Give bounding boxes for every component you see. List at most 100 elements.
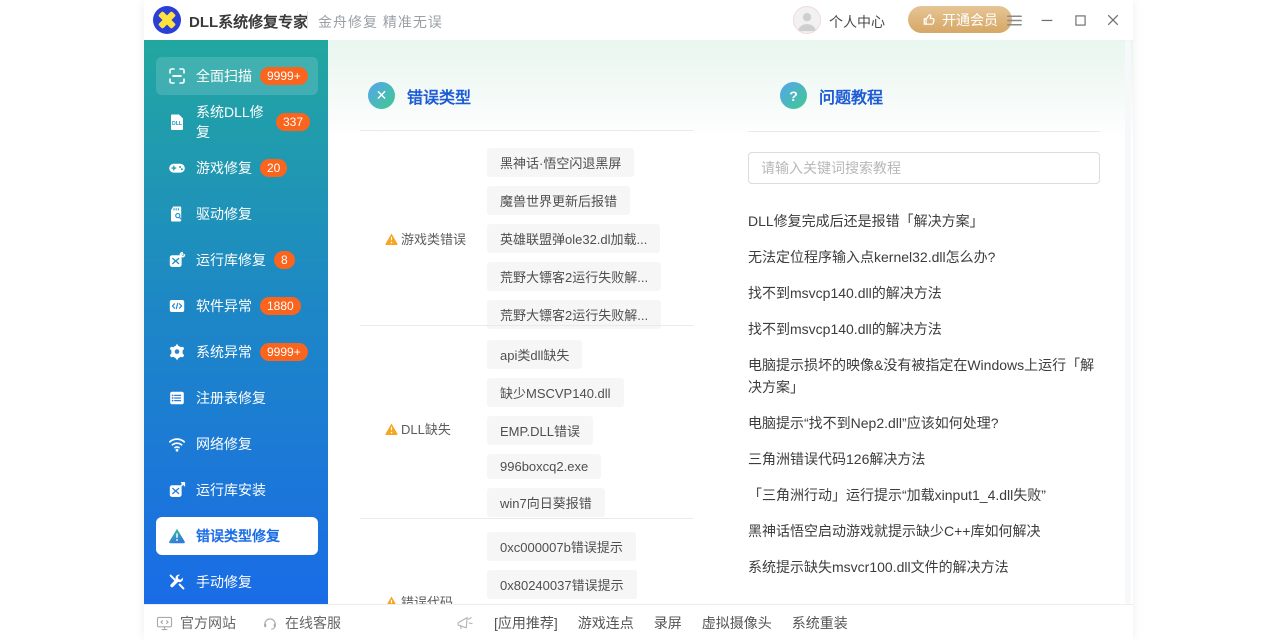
runtime-install-icon bbox=[168, 481, 186, 499]
divider bbox=[360, 130, 693, 131]
error-group-text: 游戏类错误 bbox=[401, 229, 466, 248]
sidebar-item-error-type-repair[interactable]: 错误类型修复 bbox=[156, 517, 318, 555]
sidebar-item-runtime-repair[interactable]: 运行库修复 8 bbox=[156, 241, 318, 279]
person-icon bbox=[794, 7, 820, 33]
sidebar-item-label: 手动修复 bbox=[196, 572, 252, 592]
app-window: DLL系统修复专家 金舟修复 精准无误 个人中心 开通会员 bbox=[144, 0, 1133, 640]
warning-icon bbox=[385, 423, 398, 435]
tutorial-item[interactable]: 找不到msvcp140.dll的解决方法 bbox=[748, 318, 1106, 340]
warning-triangle-icon bbox=[168, 527, 186, 545]
error-chip[interactable]: 荒野大镖客2运行失败解... bbox=[487, 262, 661, 291]
warning-icon bbox=[385, 596, 398, 605]
avatar[interactable] bbox=[793, 6, 821, 34]
error-x-icon: ✕ bbox=[368, 82, 395, 109]
promo-item[interactable]: 系统重装 bbox=[792, 613, 848, 633]
title-bar: DLL系统修复专家 金舟修复 精准无误 个人中心 开通会员 bbox=[144, 0, 1133, 40]
svg-text:DLL: DLL bbox=[172, 121, 183, 127]
registry-list-icon bbox=[168, 389, 186, 407]
sidebar-item-label: 软件异常 bbox=[196, 296, 252, 316]
error-chip[interactable]: 缺少MSCVP140.dll bbox=[487, 378, 624, 407]
sidebar-item-runtime-install[interactable]: 运行库安装 bbox=[156, 471, 318, 509]
error-group-game: 游戏类错误 黑神话·悟空闪退黑屏 魔兽世界更新后报错 英雄联盟弹ole32.dl… bbox=[385, 148, 661, 329]
sidebar-item-software-exception[interactable]: 软件异常 1880 bbox=[156, 287, 318, 325]
minimize-button[interactable] bbox=[1037, 10, 1057, 30]
footer-promo: [应用推荐] 游戏连点 录屏 虚拟摄像头 系统重装 bbox=[456, 605, 848, 640]
sidebar-item-label: 游戏修复 bbox=[196, 158, 252, 178]
monitor-icon bbox=[156, 616, 173, 631]
window-controls bbox=[1004, 0, 1123, 40]
tutorial-item[interactable]: 电脑提示损坏的映像&没有被指定在Windows上运行「解决方案」 bbox=[748, 354, 1106, 398]
error-group-error-codes: 0xc000007b错误提示 0x80240037错误提示 bbox=[487, 532, 637, 599]
divider bbox=[360, 325, 693, 326]
app-logo-icon bbox=[152, 5, 182, 35]
online-support-link[interactable]: 在线客服 bbox=[262, 613, 341, 633]
tutorial-item[interactable]: DLL修复完成后还是报错「解决方案」 bbox=[748, 210, 1106, 232]
error-chip-list: api类dll缺失 缺少MSCVP140.dll EMP.DLL错误 996bo… bbox=[487, 340, 624, 517]
error-group-text: DLL缺失 bbox=[401, 419, 451, 438]
error-chip[interactable]: 996boxcq2.exe bbox=[487, 454, 601, 479]
sidebar-item-system-exception[interactable]: 系统异常 9999+ bbox=[156, 333, 318, 371]
tutorial-list: DLL修复完成后还是报错「解决方案」 无法定位程序输入点kernel32.dll… bbox=[748, 210, 1106, 592]
error-chip[interactable]: 魔兽世界更新后报错 bbox=[487, 186, 630, 215]
error-chip[interactable]: 英雄联盟弹ole32.dl加载... bbox=[487, 224, 660, 253]
error-chip[interactable]: 黑神话·悟空闪退黑屏 bbox=[487, 148, 634, 177]
tutorial-item[interactable]: 三角洲错误代码126解决方法 bbox=[748, 448, 1106, 470]
tutorial-item[interactable]: 找不到msvcp140.dll的解决方法 bbox=[748, 282, 1106, 304]
question-icon: ? bbox=[780, 82, 807, 109]
tutorial-item[interactable]: 无法定位程序输入点kernel32.dll怎么办? bbox=[748, 246, 1106, 268]
divider bbox=[748, 131, 1100, 132]
error-group-label: 错误代码 bbox=[385, 592, 487, 604]
tutorial-item[interactable]: 黑神话悟空启动游戏就提示缺少C++库如何解决 bbox=[748, 520, 1106, 542]
sidebar: 全面扫描 9999+ DLL 系统DLL修复 337 游戏修复 20 bbox=[144, 40, 328, 604]
scan-icon bbox=[168, 67, 186, 85]
error-chip-list: 黑神话·悟空闪退黑屏 魔兽世界更新后报错 英雄联盟弹ole32.dl加载... … bbox=[487, 148, 661, 329]
sidebar-item-driver-repair[interactable]: 驱动修复 bbox=[156, 195, 318, 233]
error-panel-title: 错误类型 bbox=[407, 84, 471, 108]
tutorial-panel-header: ? 问题教程 bbox=[780, 82, 883, 109]
tools-icon bbox=[168, 573, 186, 591]
runtime-repair-icon bbox=[168, 251, 186, 269]
gear-icon bbox=[168, 343, 186, 361]
tutorial-panel-title: 问题教程 bbox=[819, 84, 883, 108]
tutorial-item[interactable]: 电脑提示“找不到Nep2.dll”应该如何处理? bbox=[748, 412, 1106, 434]
error-chip[interactable]: 0xc000007b错误提示 bbox=[487, 532, 636, 561]
error-chip[interactable]: 0x80240037错误提示 bbox=[487, 570, 637, 599]
sidebar-item-label: 驱动修复 bbox=[196, 204, 252, 224]
maximize-button[interactable] bbox=[1070, 10, 1090, 30]
count-badge: 9999+ bbox=[260, 67, 308, 85]
promo-item[interactable]: 录屏 bbox=[654, 613, 682, 633]
sidebar-item-game-repair[interactable]: 游戏修复 20 bbox=[156, 149, 318, 187]
tutorial-item[interactable]: 系统提示缺失msvcr100.dll文件的解决方法 bbox=[748, 556, 1106, 578]
error-group-label: DLL缺失 bbox=[385, 419, 487, 438]
tutorial-item[interactable]: 「三角洲行动」运行提示“加载xinput1_4.dll失败” bbox=[748, 484, 1106, 506]
menu-icon[interactable] bbox=[1004, 10, 1024, 30]
title-divider bbox=[307, 11, 308, 29]
scrollbar[interactable] bbox=[1125, 40, 1131, 604]
divider bbox=[360, 518, 693, 519]
app-title: DLL系统修复专家 bbox=[189, 11, 308, 32]
sidebar-item-label: 注册表修复 bbox=[196, 388, 266, 408]
sidebar-item-registry-repair[interactable]: 注册表修复 bbox=[156, 379, 318, 417]
user-center-link[interactable]: 个人中心 bbox=[829, 12, 885, 32]
count-badge: 8 bbox=[274, 251, 295, 269]
main-content: ✕ 错误类型 游戏类错误 黑神话·悟空闪退黑屏 魔兽世界更新后报错 英雄联盟弹o… bbox=[328, 40, 1133, 604]
sidebar-item-label: 运行库修复 bbox=[196, 250, 266, 270]
count-badge: 20 bbox=[260, 159, 287, 177]
dll-file-icon: DLL bbox=[168, 113, 186, 131]
error-chip[interactable]: EMP.DLL错误 bbox=[487, 416, 593, 445]
close-button[interactable] bbox=[1103, 10, 1123, 30]
sidebar-item-manual-repair[interactable]: 手动修复 bbox=[156, 563, 318, 601]
sidebar-item-system-dll-repair[interactable]: DLL 系统DLL修复 337 bbox=[156, 103, 318, 141]
gamepad-icon bbox=[168, 159, 186, 177]
error-chip-list: 0xc000007b错误提示 0x80240037错误提示 bbox=[487, 532, 637, 599]
error-group-label: 游戏类错误 bbox=[385, 229, 487, 248]
sidebar-item-network-repair[interactable]: 网络修复 bbox=[156, 425, 318, 463]
sidebar-item-full-scan[interactable]: 全面扫描 9999+ bbox=[156, 57, 318, 95]
error-chip[interactable]: api类dll缺失 bbox=[487, 340, 582, 369]
error-chip[interactable]: win7向日葵报错 bbox=[487, 488, 605, 517]
promo-item[interactable]: 游戏连点 bbox=[578, 613, 634, 633]
open-vip-button[interactable]: 开通会员 bbox=[908, 6, 1012, 33]
tutorial-search-input[interactable] bbox=[748, 152, 1100, 184]
promo-item[interactable]: 虚拟摄像头 bbox=[702, 613, 772, 633]
official-website-link[interactable]: 官方网站 bbox=[156, 613, 236, 633]
